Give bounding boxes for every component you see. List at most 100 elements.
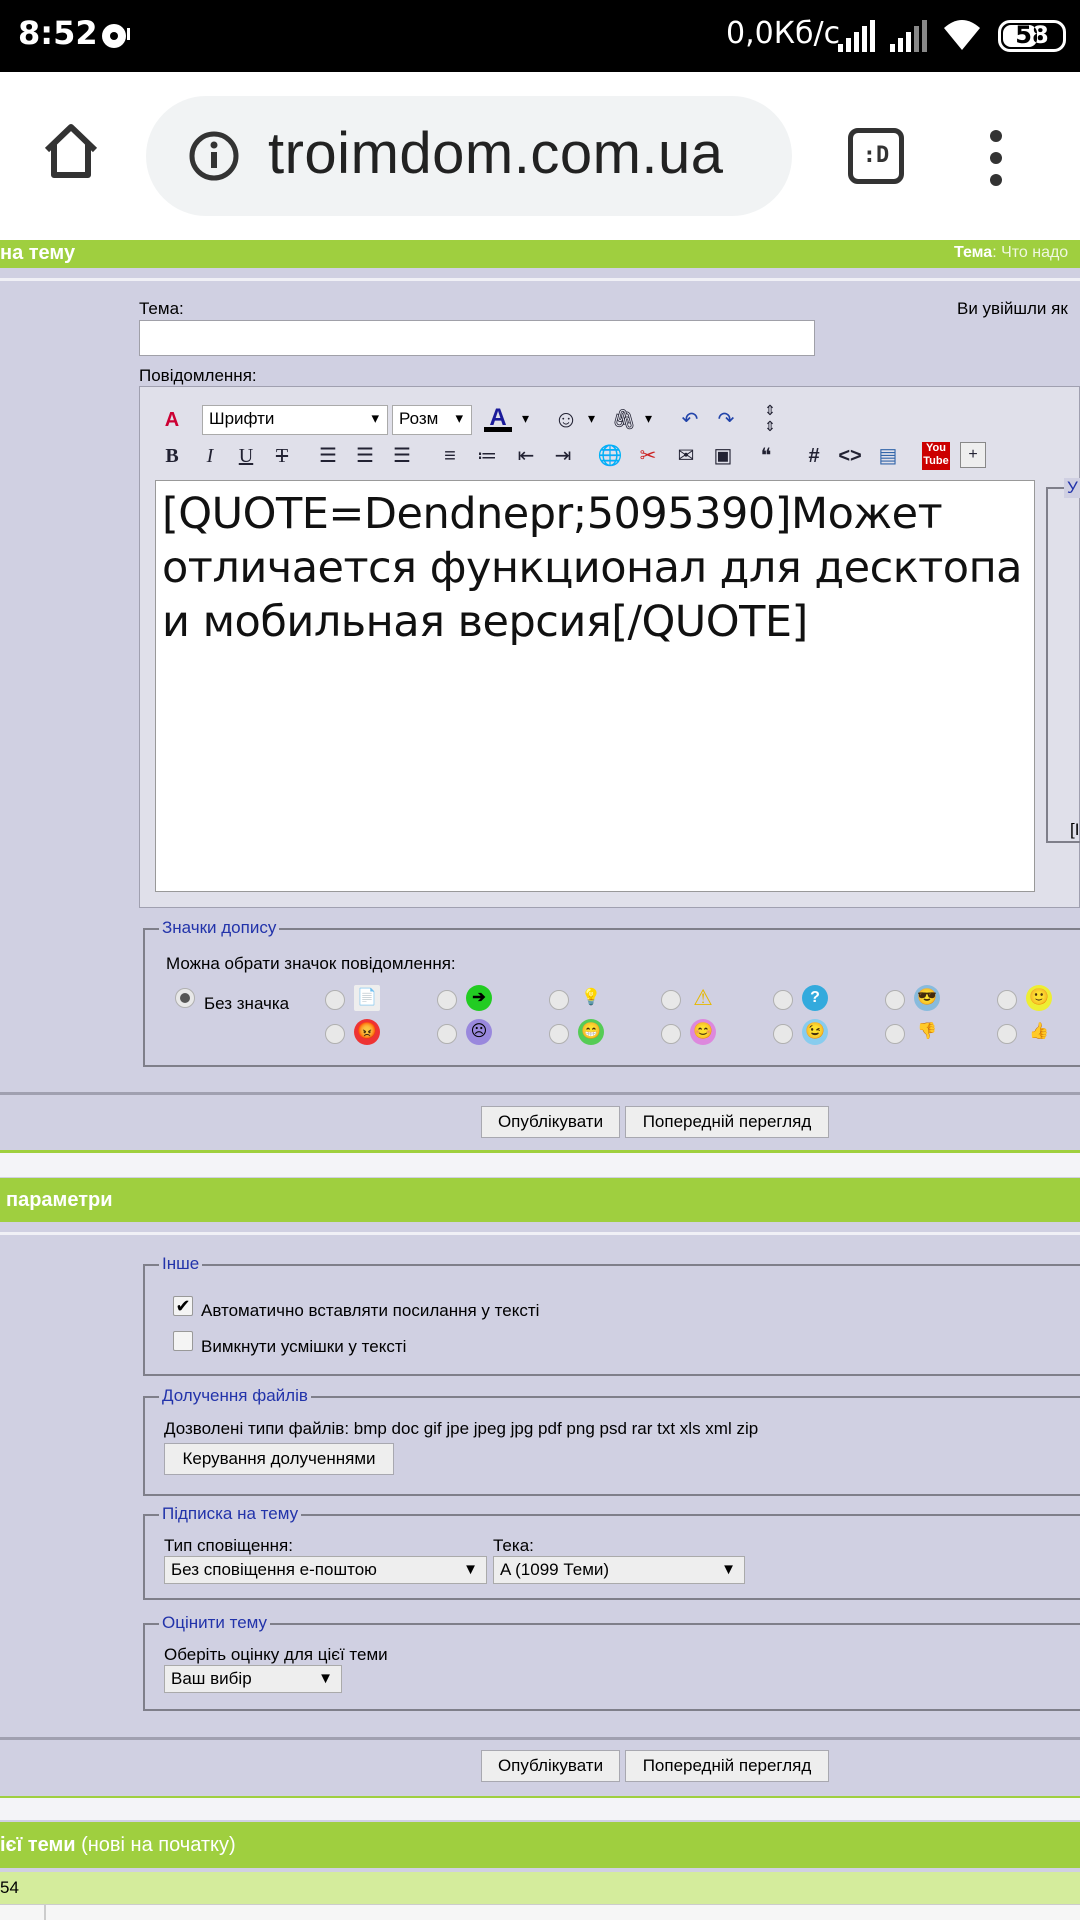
thread-review-title: ієї теми (нові на початку) (0, 1834, 236, 1857)
thread-review-title-rest: (нові на початку) (75, 1834, 236, 1856)
disable-smilies-label: Вимкнути усмішки у тексті (201, 1337, 407, 1356)
bold-icon[interactable]: B (158, 442, 186, 470)
icon-radio-12[interactable] (773, 1024, 793, 1044)
resize-icon[interactable]: ⇕ ⇕ (756, 402, 784, 438)
network-speed: 0,0Кб/с (726, 16, 841, 51)
embarrassed-icon: 😊 (690, 1019, 716, 1045)
unordered-list-icon[interactable]: ≔ (473, 442, 501, 470)
additional-params-title: параметри (6, 1189, 113, 1211)
publish-button[interactable]: Опублікувати (481, 1106, 620, 1138)
allowed-file-types: Дозволені типи файлів: bmp doc gif jpe j… (164, 1419, 759, 1438)
outdent-icon[interactable]: ⇤ (512, 442, 540, 470)
icon-radio-9[interactable] (437, 1024, 457, 1044)
icon-radio-1[interactable] (325, 990, 345, 1010)
auto-links-checkbox[interactable]: ✔ (173, 1296, 193, 1316)
icon-radio-4[interactable] (661, 990, 681, 1010)
signal-icon-2 (890, 20, 927, 52)
notification-type-select[interactable]: Без сповіщення е-поштою ▼ (164, 1556, 487, 1584)
chevron-down-icon[interactable]: ▾ (588, 410, 595, 427)
battery-level: 58 (1015, 21, 1049, 49)
tabs-icon[interactable]: :D (848, 128, 904, 184)
font-select[interactable]: Шрифти ▾ (202, 405, 388, 435)
url-text[interactable]: troimdom.com.ua (268, 120, 724, 187)
chevron-down-icon: ▼ (463, 1561, 478, 1578)
icon-radio-10[interactable] (549, 1024, 569, 1044)
icon-radio-14[interactable] (997, 1024, 1017, 1044)
wink-icon: 😉 (802, 1019, 828, 1045)
preview-button[interactable]: Попередній перегляд (625, 1106, 829, 1138)
subscription-legend: Підписка на тему (159, 1504, 302, 1524)
align-center-icon[interactable]: ☰ (351, 442, 379, 470)
chevron-down-icon[interactable]: ▾ (645, 410, 652, 427)
icon-radio-6[interactable] (885, 990, 905, 1010)
code-icon[interactable]: <> (836, 442, 864, 470)
undo-icon[interactable]: ↶ (676, 406, 704, 434)
attachment-icon[interactable]: 🖇 (610, 406, 638, 434)
smile-icon: 🙂 (1026, 985, 1052, 1011)
status-bar: 8:52 0,0Кб/с 58 (0, 0, 1080, 72)
subject-input[interactable] (139, 320, 815, 356)
notification-type-label: Тип сповіщення: (164, 1536, 293, 1555)
disable-smilies-checkbox[interactable] (173, 1331, 193, 1351)
browser-toolbar: troimdom.com.ua :D (0, 72, 1080, 240)
align-left-icon[interactable]: ☰ (314, 442, 342, 470)
battery-icon: 58 (998, 20, 1066, 52)
other-legend: Інше (159, 1254, 203, 1274)
icon-radio-7[interactable] (997, 990, 1017, 1010)
thread-review-subbar: 54 (0, 1872, 1080, 1904)
italic-icon[interactable]: I (196, 442, 224, 470)
chevron-down-icon: ▼ (318, 1670, 333, 1687)
icon-radio-8[interactable] (325, 1024, 345, 1044)
info-icon[interactable] (188, 130, 240, 182)
insert-email-icon[interactable]: ✉ (672, 442, 700, 470)
folder-select[interactable]: A (1099 Теми) ▼ (493, 1556, 745, 1584)
menu-icon[interactable] (986, 128, 1006, 188)
preview-button-bottom[interactable]: Попередній перегляд (625, 1750, 829, 1782)
message-textarea[interactable]: [QUOTE=Dendnepr;5095390]Может отличается… (155, 480, 1035, 892)
rating-select[interactable]: Ваш вибір ▼ (164, 1665, 342, 1693)
ordered-list-icon[interactable]: ≡ (436, 442, 464, 470)
home-icon[interactable] (42, 122, 100, 180)
cool-smiley-icon: 😎 (914, 985, 940, 1011)
icon-radio-5[interactable] (773, 990, 793, 1010)
insert-link-icon[interactable]: 🌐 (596, 442, 624, 470)
row-separator (44, 1905, 46, 1920)
strikethrough-icon[interactable]: T (268, 442, 296, 470)
manage-attachments-button[interactable]: Керування долученнями (164, 1443, 394, 1475)
hash-icon[interactable]: # (800, 442, 828, 470)
font-color-icon[interactable]: A (484, 404, 512, 432)
warning-icon: ⚠ (693, 985, 713, 1010)
attachments-legend: Долучення файлів (159, 1386, 311, 1406)
thumbs-up-icon: 👍 (1029, 1023, 1049, 1040)
redo-icon[interactable]: ↷ (712, 406, 740, 434)
underline-icon[interactable]: U (232, 442, 260, 470)
chevron-down-icon[interactable]: ▾ (522, 410, 529, 427)
additional-params-bar: параметри (0, 1178, 1080, 1222)
icon-radio-none[interactable] (175, 988, 195, 1008)
signal-icon (838, 20, 875, 52)
post-icons-legend: Значки допису (159, 918, 280, 938)
align-right-icon[interactable]: ☰ (388, 442, 416, 470)
indent-icon[interactable]: ⇥ (549, 442, 577, 470)
size-select[interactable]: Розм ▾ (392, 405, 472, 435)
icon-radio-13[interactable] (885, 1024, 905, 1044)
php-icon[interactable]: ▤ (874, 442, 902, 470)
arrow-right-icon: ➔ (466, 985, 492, 1011)
insert-image-icon[interactable]: ▣ (709, 442, 737, 470)
quote-icon[interactable]: ❝ (752, 442, 780, 470)
address-bar[interactable]: troimdom.com.ua (146, 96, 792, 216)
thumbs-down-icon: 👎 (917, 1023, 937, 1040)
remove-format-icon[interactable]: A (158, 406, 186, 434)
folder-label: Тека: (493, 1536, 534, 1555)
smiley-icon[interactable]: ☺ (552, 406, 580, 434)
icon-radio-11[interactable] (661, 1024, 681, 1044)
icon-radio-2[interactable] (437, 990, 457, 1010)
reply-header-title: на тему (0, 242, 76, 264)
expand-icon[interactable]: + (960, 442, 986, 468)
topic-value: : Что надо (992, 244, 1069, 261)
publish-button-bottom[interactable]: Опублікувати (481, 1750, 620, 1782)
remove-link-icon[interactable]: ✂ (634, 442, 662, 470)
spacer-2 (0, 1798, 1080, 1820)
youtube-icon[interactable]: You Tube (922, 442, 950, 470)
icon-radio-3[interactable] (549, 990, 569, 1010)
